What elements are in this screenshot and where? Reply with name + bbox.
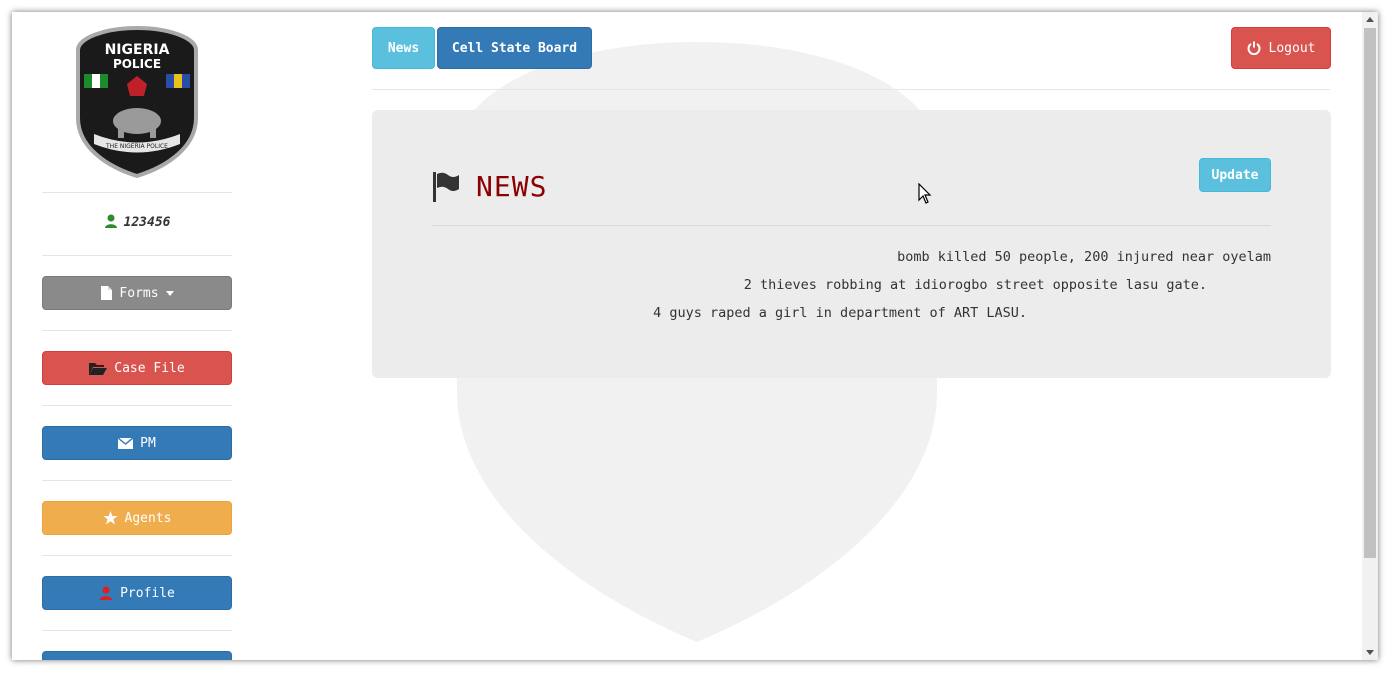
pm-label: PM <box>140 435 156 451</box>
sidebar-button-partial[interactable] <box>42 651 232 660</box>
news-panel: NEWS Update bomb killed 50 people, 200 i… <box>372 110 1331 378</box>
user-icon <box>104 214 117 228</box>
case-file-button[interactable]: Case File <box>42 351 232 385</box>
logo-text-nigeria: NIGERIA <box>105 42 170 58</box>
news-divider <box>432 225 1271 226</box>
logo-ribbon-text: THE NIGERIA POLICE <box>105 143 168 150</box>
sidebar-divider <box>42 255 232 256</box>
logout-label: Logout <box>1268 40 1316 56</box>
scroll-up-arrow-icon[interactable] <box>1366 17 1374 22</box>
file-icon <box>101 286 113 300</box>
forms-dropdown-button[interactable]: Forms <box>42 276 232 310</box>
news-nav-button[interactable]: News <box>372 27 435 69</box>
news-heading: NEWS <box>432 170 547 203</box>
news-item: 4 guys raped a girl in department of ART… <box>653 305 1027 321</box>
cell-state-board-button[interactable]: Cell State Board <box>437 27 592 69</box>
scroll-down-arrow-icon[interactable] <box>1366 650 1374 655</box>
sidebar-divider <box>42 480 232 481</box>
news-item: 2 thieves robbing at idiorogbo street op… <box>743 277 1207 293</box>
sidebar-divider <box>42 405 232 406</box>
user-id: 123456 <box>42 214 232 230</box>
folder-open-icon <box>89 362 108 375</box>
sidebar-divider <box>42 630 232 631</box>
logo-text-police: POLICE <box>113 57 161 71</box>
nigeria-police-logo: NIGERIA POLICE THE NIGERIA POLICE <box>76 26 198 178</box>
sidebar-divider <box>42 330 232 331</box>
flag-icon <box>433 171 459 202</box>
user-id-text: 123456 <box>123 215 171 230</box>
news-item: bomb killed 50 people, 200 injured near … <box>897 249 1271 265</box>
forms-label: Forms <box>119 285 159 301</box>
cell-state-board-label: Cell State Board <box>451 40 578 56</box>
pm-button[interactable]: PM <box>42 426 232 460</box>
case-file-label: Case File <box>114 360 185 376</box>
agents-label: Agents <box>124 510 172 526</box>
scrollbar-thumb[interactable] <box>1364 28 1376 558</box>
logout-button[interactable]: Logout <box>1231 27 1331 69</box>
envelope-icon <box>118 437 134 449</box>
sidebar-divider <box>42 555 232 556</box>
browser-viewport: NIGERIA POLICE THE NIGERIA POLICE 123456… <box>12 12 1378 660</box>
profile-label: Profile <box>120 585 175 601</box>
sidebar: NIGERIA POLICE THE NIGERIA POLICE 123456… <box>42 12 232 660</box>
star-icon <box>102 511 118 525</box>
vertical-scrollbar[interactable] <box>1362 12 1378 660</box>
agents-button[interactable]: Agents <box>42 501 232 535</box>
news-nav-label: News <box>387 40 420 56</box>
sidebar-divider <box>42 192 232 193</box>
header-divider <box>372 89 1330 90</box>
profile-button[interactable]: Profile <box>42 576 232 610</box>
mouse-cursor-icon <box>918 183 932 204</box>
power-icon <box>1247 41 1261 55</box>
caret-down-icon <box>165 290 174 296</box>
news-title-text: NEWS <box>476 170 548 203</box>
user-icon <box>100 586 113 600</box>
update-label: Update <box>1211 167 1259 183</box>
update-button[interactable]: Update <box>1199 158 1271 192</box>
